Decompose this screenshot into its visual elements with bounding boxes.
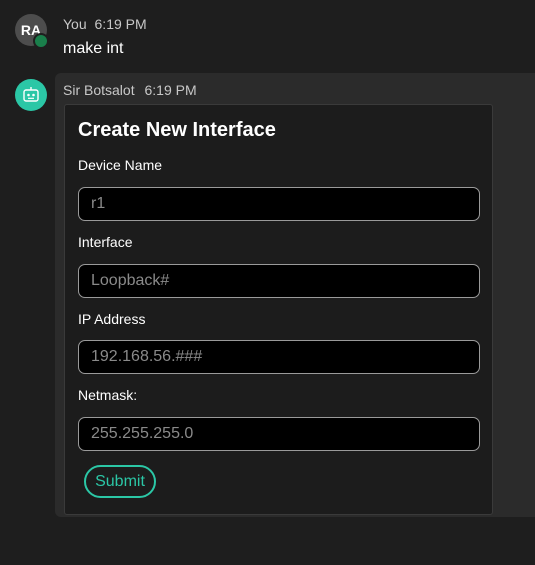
message-timestamp: 6:19 PM <box>144 82 197 98</box>
interface-input[interactable] <box>78 264 480 298</box>
ip-address-input[interactable] <box>78 340 480 374</box>
netmask-input[interactable] <box>78 417 480 451</box>
presence-status-icon <box>33 33 49 49</box>
interface-label: Interface <box>78 234 133 250</box>
message-header: You 6:19 PM <box>63 16 147 32</box>
netmask-label: Netmask: <box>78 387 138 403</box>
bot-avatar[interactable] <box>15 79 47 111</box>
chat-pane: RA You 6:19 PM make int Sir Botsalot 6:1… <box>0 0 535 565</box>
sender-name: Sir Botsalot <box>63 82 135 98</box>
card-title: Create New Interface <box>78 119 276 141</box>
device-name-input[interactable] <box>78 187 480 221</box>
message-text: make int <box>63 40 124 57</box>
message-timestamp: 6:19 PM <box>94 16 147 32</box>
ip-address-label: IP Address <box>78 311 146 327</box>
device-name-label: Device Name <box>78 157 163 173</box>
bot-icon <box>23 87 39 102</box>
message-header: Sir Botsalot 6:19 PM <box>63 82 197 98</box>
submit-button[interactable]: Submit <box>84 465 156 498</box>
sender-name: You <box>63 16 87 32</box>
